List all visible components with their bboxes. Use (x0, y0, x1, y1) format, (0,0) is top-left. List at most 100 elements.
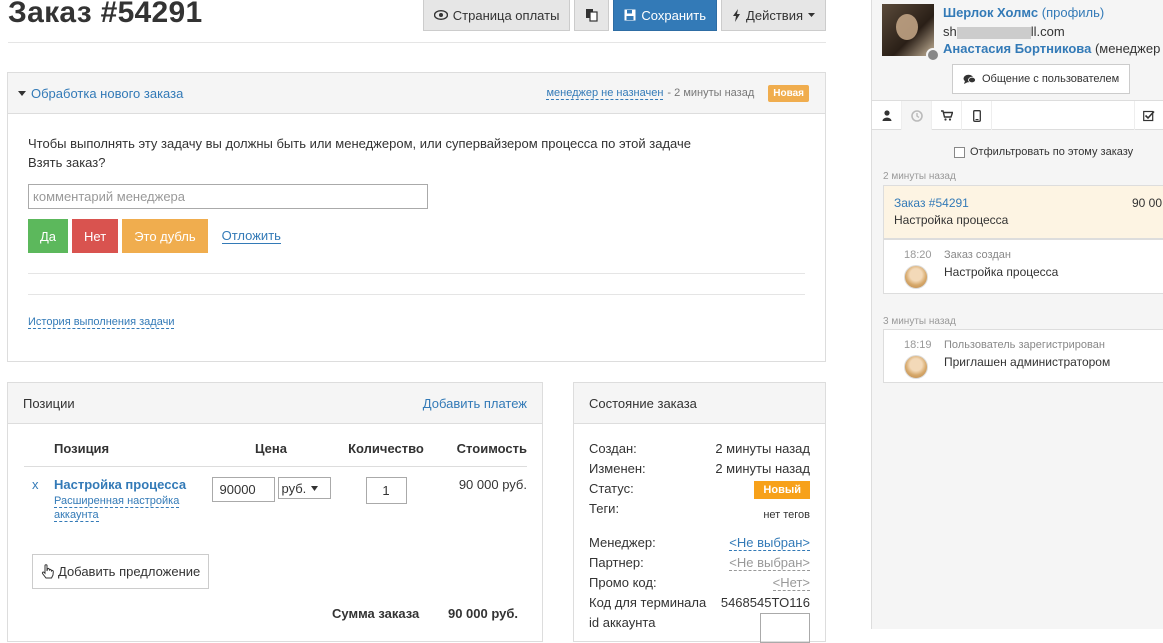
sidebar: Шерлок Холмс (профиль) sh ll.com Анастаси… (871, 0, 1163, 629)
order-feed-text: Настройка процесса (894, 213, 1009, 227)
order-state-panel: Состояние заказа Создан: 2 минуты назад И… (573, 382, 826, 643)
event-title: Пользователь зарегистрирован (944, 339, 1105, 351)
partner-select-link[interactable]: <Не выбран> (729, 555, 810, 571)
save-button[interactable]: Сохранить (613, 0, 718, 31)
postpone-link[interactable]: Отложить (221, 228, 281, 244)
price-cell: 90000 руб. (206, 467, 336, 523)
quantity-input[interactable]: 1 (365, 477, 407, 504)
account-id-input[interactable] (760, 613, 810, 643)
email-prefix: sh (943, 24, 957, 39)
task-time: - 2 минуты назад (667, 87, 755, 99)
task-manager-link[interactable]: менеджер не назначен (546, 87, 664, 100)
task-buttons: Да Нет Это дубль Отложить (28, 219, 805, 253)
bolt-icon (733, 8, 741, 22)
promo-select-link[interactable]: <Нет> (772, 575, 810, 591)
position-cell: Настройка процесса Расширенная настройка… (54, 467, 206, 522)
actions-label: Действия (746, 7, 803, 23)
manager-comment-input[interactable]: комментарий менеджера (28, 184, 428, 209)
page-title: Заказ #54291 (8, 0, 203, 29)
avatar (882, 4, 934, 56)
no-button[interactable]: Нет (72, 219, 119, 253)
chat-button-label: Общение с пользователем (982, 73, 1120, 85)
terminal-value: 5468545TO116 (720, 595, 810, 610)
remove-item-button[interactable]: x (24, 467, 54, 523)
copy-icon (586, 9, 599, 22)
copy-button[interactable] (574, 0, 610, 31)
position-description: Расширенная настройка аккаунта (54, 495, 180, 522)
cart-icon (940, 110, 953, 121)
history-icon (910, 109, 923, 122)
tab-history[interactable] (902, 101, 932, 130)
promo-label: Промо код: (589, 575, 657, 590)
table-row: x Настройка процесса Расширенная настрой… (24, 467, 527, 523)
remove-column-header (24, 441, 54, 467)
caret-down-icon (808, 13, 815, 17)
items-title: Позиции (23, 395, 75, 411)
task-title: Обработка нового заказа (31, 85, 184, 101)
task-meta: менеджер не назначен - 2 минуты назад Но… (546, 84, 809, 102)
partner-label: Партнер: (589, 555, 644, 570)
toolbar: Страница оплаты Сохранить Действия (422, 0, 826, 31)
tags-value[interactable]: нет тегов (763, 509, 810, 521)
chat-with-user-button[interactable]: Общение с пользователем (952, 64, 1131, 94)
order-total-label: Сумма заказа (332, 606, 420, 621)
task-panel: Обработка нового заказа менеджер не назн… (7, 72, 826, 362)
column-header: Цена (206, 441, 336, 467)
event-time: 18:19 (904, 339, 932, 351)
price-input[interactable]: 90000 (211, 477, 275, 502)
position-description-link[interactable]: Расширенная настройка аккаунта (54, 494, 206, 522)
event-title: Заказ создан (944, 249, 1011, 261)
tab-user[interactable] (872, 101, 902, 130)
tab-mobile[interactable] (962, 101, 992, 130)
eye-icon (433, 10, 448, 20)
changed-label: Изменен: (589, 461, 646, 476)
order-total-value: 90 000 руб. (447, 606, 518, 621)
user-name-link[interactable]: Шерлок Холмс (943, 5, 1038, 20)
task-toggle[interactable]: Обработка нового заказа (18, 86, 183, 101)
add-payment-link[interactable]: Добавить платеж (423, 396, 527, 411)
user-name-line: Шерлок Холмс (профиль) (943, 5, 1104, 20)
feed-group-label: 2 минуты назад (883, 171, 956, 182)
task-body: Чтобы выполнять эту задачу вы должны быт… (8, 114, 825, 295)
currency-value: руб. (281, 480, 307, 496)
user-email: sh ll.com (943, 24, 1065, 39)
changed-row: Изменен: 2 минуты назад (589, 461, 810, 476)
items-table: Позиция Цена Количество Стоимость x Наст… (24, 441, 527, 522)
changed-value: 2 минуты назад (715, 461, 810, 476)
status-badge[interactable]: Новый (754, 481, 810, 499)
tab-orders[interactable] (932, 101, 962, 130)
comments-icon (963, 74, 976, 84)
filter-checkbox[interactable] (954, 146, 965, 158)
terminal-label: Код для терминала (589, 595, 707, 610)
created-row: Создан: 2 минуты назад (589, 441, 810, 456)
duplicate-button[interactable]: Это дубль (122, 219, 208, 253)
profile-link[interactable]: (профиль) (1042, 5, 1104, 20)
tab-tasks[interactable] (1134, 101, 1163, 130)
email-suffix: ll.com (1030, 24, 1065, 39)
currency-select[interactable]: руб. (277, 477, 331, 499)
task-history-link[interactable]: История выполнения задачи (28, 316, 175, 329)
tags-row: Теги: нет тегов (589, 501, 810, 521)
order-feed-card[interactable]: Заказ #54291 90 00 Настройка процесса (883, 185, 1163, 239)
filter-by-order[interactable]: Отфильтровать по этому заказу (954, 146, 1133, 158)
account-label: id аккаунта (589, 615, 656, 630)
filter-label: Отфильтровать по этому заказу (970, 146, 1134, 158)
payment-page-label: Страница оплаты (452, 7, 560, 23)
actions-dropdown[interactable]: Действия (721, 0, 826, 31)
manager-select-link[interactable]: <Не выбран> (729, 535, 810, 551)
column-header: Стоимость (436, 441, 527, 467)
event-text: Настройка процесса (944, 265, 1059, 279)
payment-page-button[interactable]: Страница оплаты (422, 0, 571, 31)
position-name-link[interactable]: Настройка процесса (54, 477, 206, 492)
owner-line: Анастасия Бортникова (менеджер (943, 41, 1160, 56)
yes-button[interactable]: Да (28, 219, 69, 253)
promo-row: Промо код: <Нет> (589, 575, 810, 591)
checkbox-icon (1143, 110, 1155, 121)
order-feed-title[interactable]: Заказ #54291 (894, 196, 969, 210)
manager-row: Менеджер: <Не выбран> (589, 535, 810, 551)
column-header: Позиция (54, 441, 206, 467)
add-offer-button[interactable]: Добавить предложение (32, 554, 210, 589)
status-row: Статус: Новый (589, 481, 810, 499)
owner-name-link[interactable]: Анастасия Бортникова (943, 41, 1091, 56)
main-content: Заказ #54291 Страница оплаты Сохранить Д… (0, 0, 840, 643)
